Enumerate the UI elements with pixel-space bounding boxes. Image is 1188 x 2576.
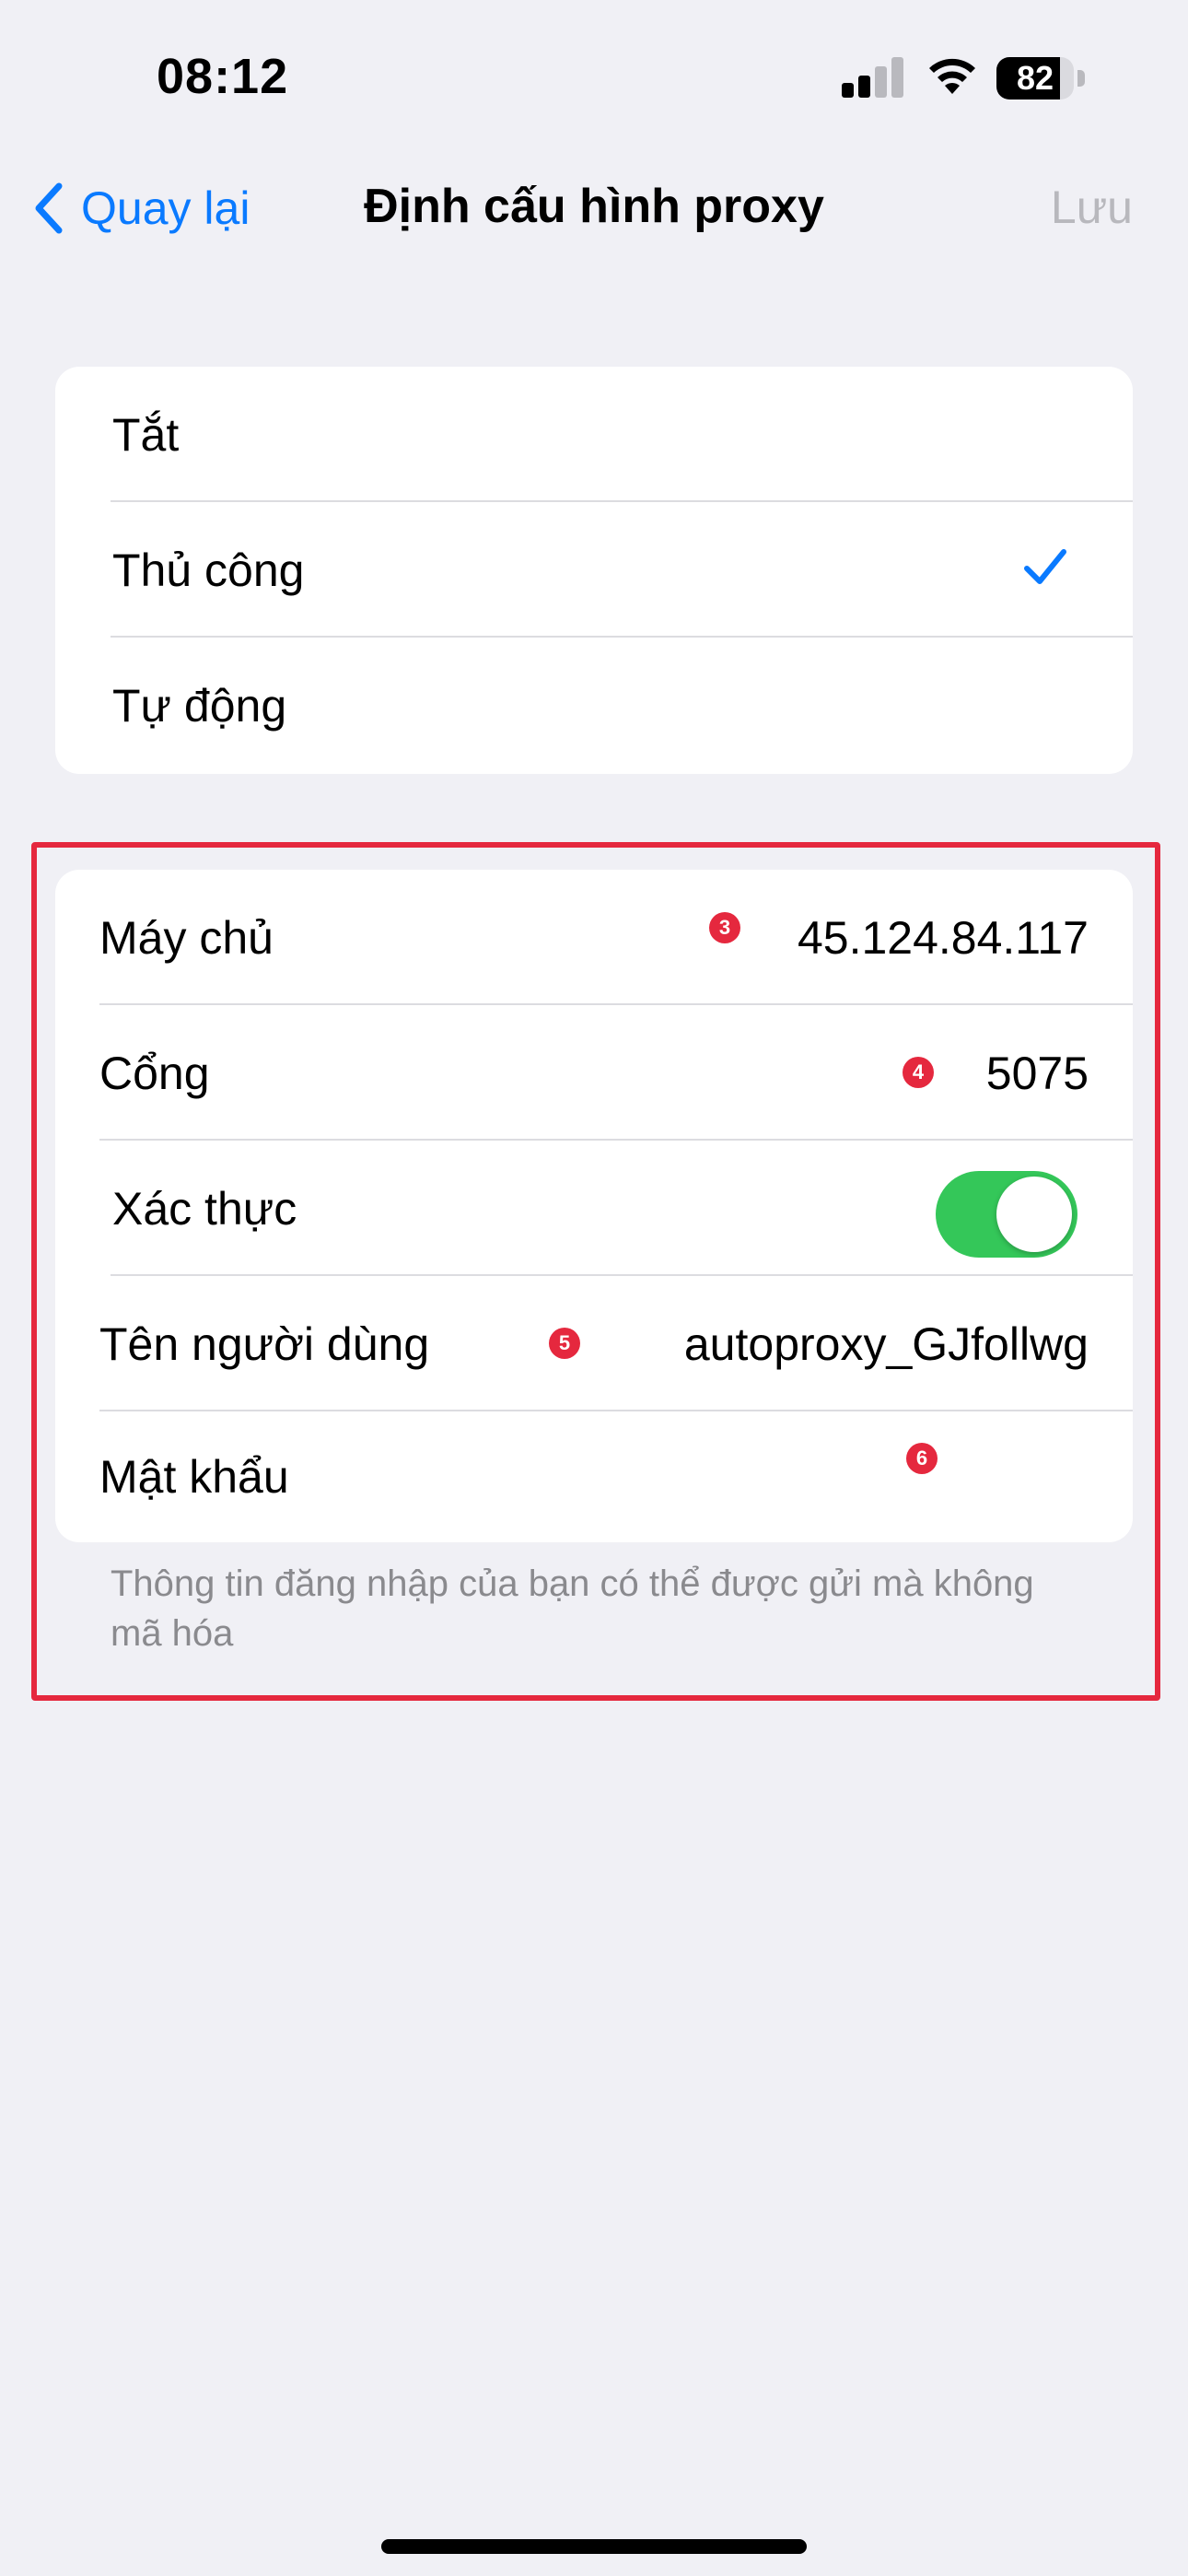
mode-option-label: Tắt xyxy=(112,408,180,461)
save-button[interactable]: Lưu xyxy=(1051,181,1133,234)
status-time: 08:12 xyxy=(157,49,289,104)
proxy-mode-list: Tắt Thủ công Tự động xyxy=(55,367,1133,774)
checkmark-icon xyxy=(1024,549,1066,584)
chevron-left-icon xyxy=(35,182,63,234)
page-title: Định cấu hình proxy xyxy=(364,180,824,233)
battery-icon: 82 xyxy=(996,57,1085,100)
signal-icon xyxy=(842,57,904,98)
highlight-box xyxy=(31,842,1160,1701)
mode-option-off[interactable]: Tắt xyxy=(55,367,1133,502)
mode-option-label: Tự động xyxy=(112,679,287,732)
back-button[interactable]: Quay lại xyxy=(33,175,250,241)
home-indicator[interactable] xyxy=(381,2539,807,2554)
mode-option-label: Thủ công xyxy=(112,544,305,596)
wifi-icon xyxy=(929,58,975,94)
back-label: Quay lại xyxy=(81,182,250,234)
mode-option-auto[interactable]: Tự động xyxy=(55,638,1133,773)
battery-level: 82 xyxy=(1016,59,1054,97)
mode-option-manual[interactable]: Thủ công xyxy=(55,502,1133,638)
